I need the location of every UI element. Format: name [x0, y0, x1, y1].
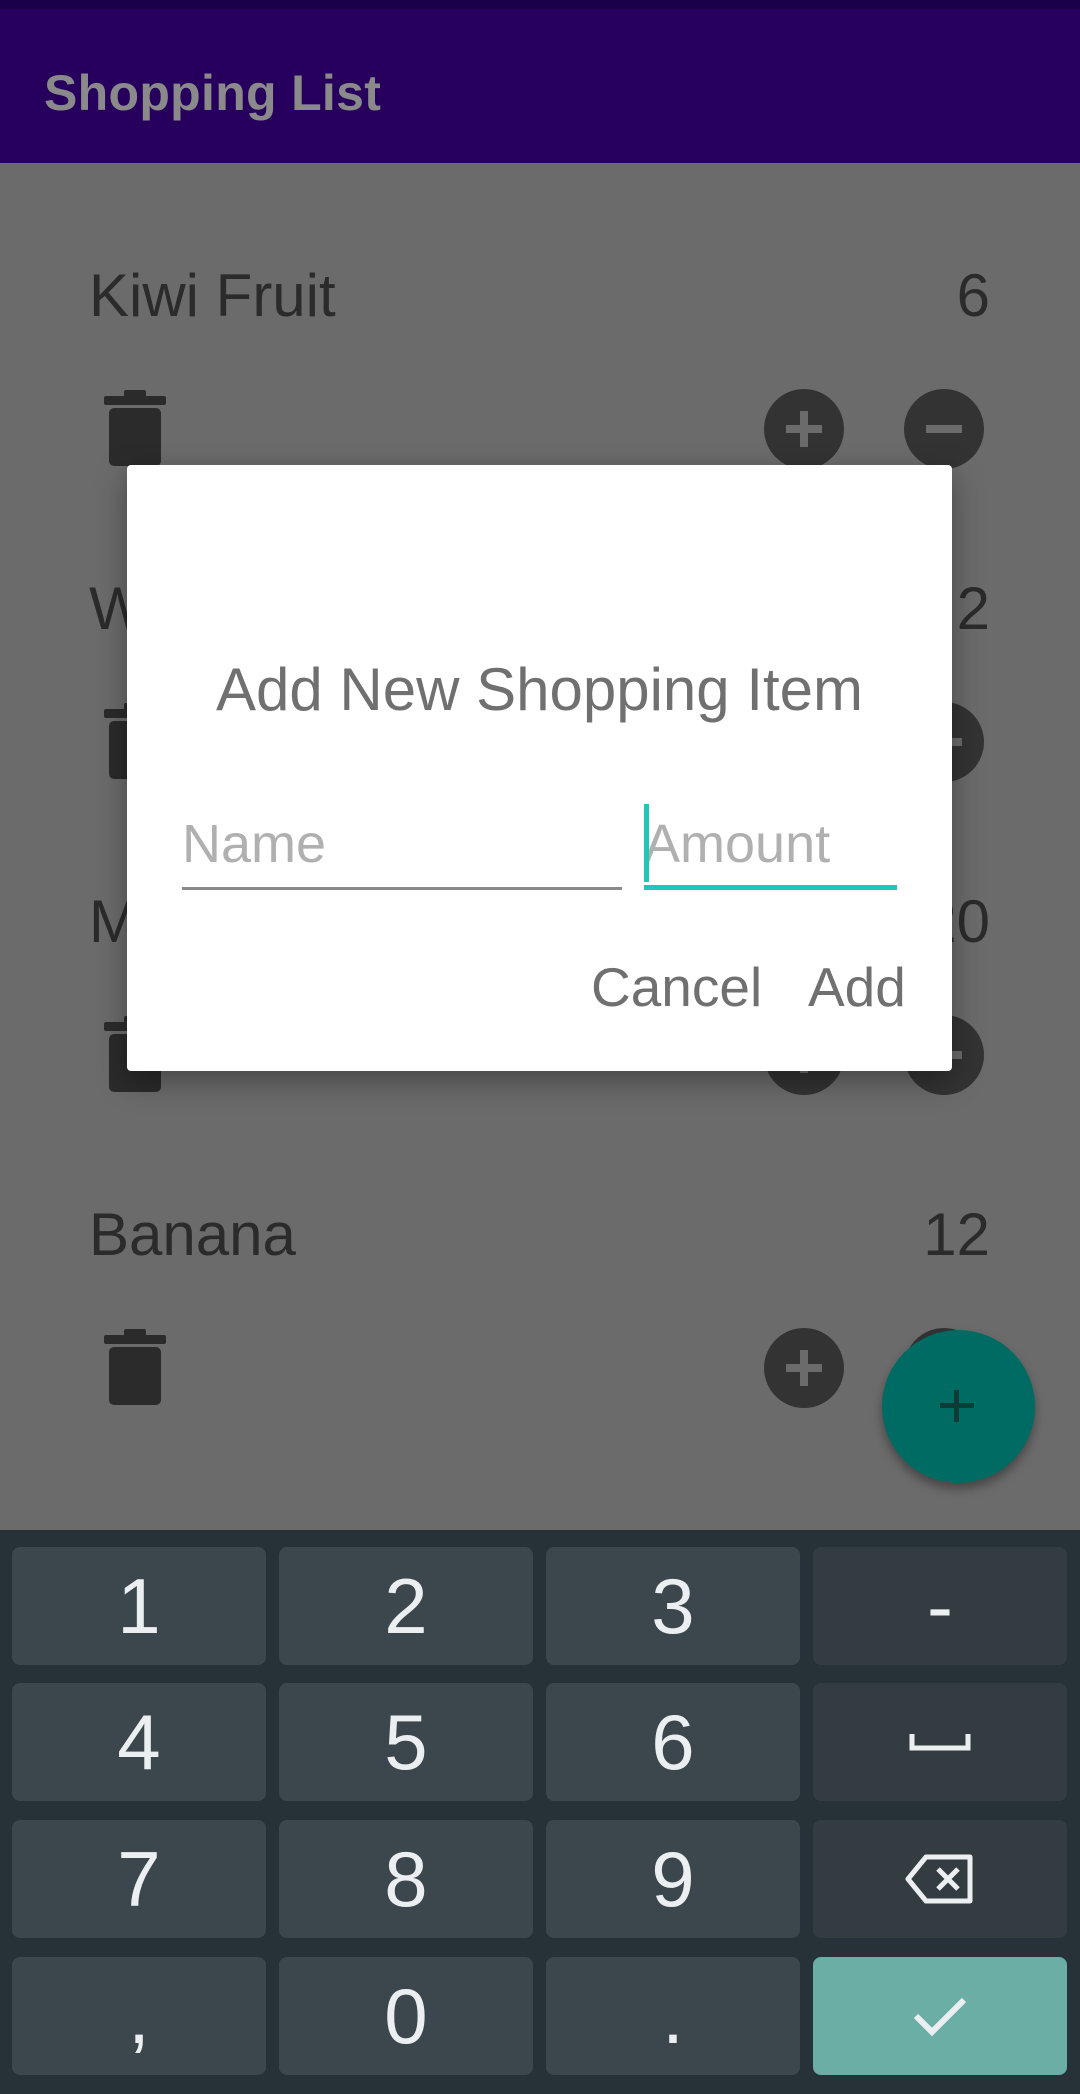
- trash-icon[interactable]: [104, 390, 166, 466]
- decrease-button[interactable]: [904, 389, 984, 469]
- plus-icon: [940, 1390, 974, 1422]
- amount-field: [644, 800, 897, 890]
- status-bar: [0, 0, 1080, 9]
- key-1[interactable]: 1: [12, 1547, 266, 1665]
- increase-button[interactable]: [764, 1328, 844, 1408]
- backspace-icon: [905, 1854, 973, 1904]
- key-done[interactable]: [813, 1957, 1067, 2075]
- add-item-dialog: Add New Shopping Item Cancel Add: [127, 465, 952, 1071]
- plus-icon: [786, 1350, 822, 1386]
- item-amount: 12: [923, 1201, 990, 1268]
- add-button[interactable]: Add: [808, 955, 906, 1019]
- trash-icon[interactable]: [104, 1329, 166, 1405]
- text-cursor: [644, 804, 649, 882]
- checkmark-icon: [913, 1997, 967, 2037]
- key-8[interactable]: 8: [279, 1820, 533, 1938]
- name-input[interactable]: [182, 804, 622, 884]
- dialog-title: Add New Shopping Item: [215, 656, 864, 723]
- item-name: Kiwi Fruit: [89, 262, 336, 329]
- key-space[interactable]: [813, 1683, 1067, 1801]
- key-0[interactable]: 0: [279, 1957, 533, 2075]
- key-7[interactable]: 7: [12, 1820, 266, 1938]
- add-item-fab[interactable]: [882, 1330, 1035, 1483]
- plus-icon: [786, 411, 822, 447]
- item-name: Banana: [89, 1201, 296, 1268]
- list-item: Kiwi Fruit 6: [0, 163, 1080, 476]
- app-title: Shopping List: [44, 65, 382, 121]
- amount-input[interactable]: [644, 804, 897, 884]
- cancel-button[interactable]: Cancel: [591, 955, 762, 1019]
- key-5[interactable]: 5: [279, 1683, 533, 1801]
- item-amount: 2: [956, 575, 990, 642]
- increase-button[interactable]: [764, 389, 844, 469]
- key-6[interactable]: 6: [546, 1683, 800, 1801]
- key-comma[interactable]: ,: [12, 1957, 266, 2075]
- numeric-keyboard: 1 2 3 - 4 5 6 7 8 9 , 0 .: [0, 1530, 1080, 2094]
- key-9[interactable]: 9: [546, 1820, 800, 1938]
- minus-icon: [926, 425, 962, 433]
- key-minus[interactable]: -: [813, 1547, 1067, 1665]
- key-2[interactable]: 2: [279, 1547, 533, 1665]
- app-bar: Shopping List: [0, 9, 1080, 163]
- name-field: [182, 800, 622, 890]
- key-period[interactable]: .: [546, 1957, 800, 2075]
- item-amount: 6: [956, 262, 990, 329]
- space-icon: [909, 1734, 971, 1751]
- key-backspace[interactable]: [813, 1820, 1067, 1938]
- key-3[interactable]: 3: [546, 1547, 800, 1665]
- key-4[interactable]: 4: [12, 1683, 266, 1801]
